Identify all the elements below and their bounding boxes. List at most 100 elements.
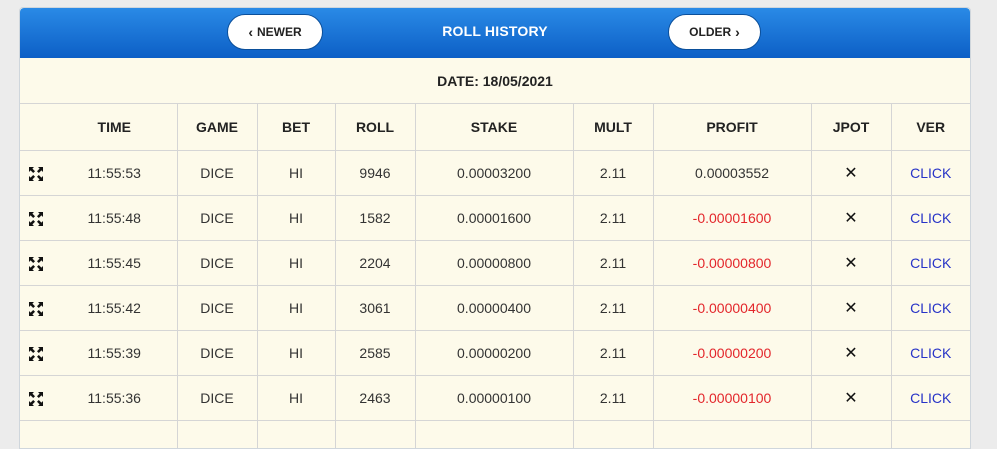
verify-link[interactable]: CLICK xyxy=(910,210,951,226)
cell-time: 11:55:45 xyxy=(52,240,178,286)
cell-bet: HI xyxy=(257,150,336,196)
table-row: 11:55:36 DICE HI 2463 0.00000100 2.11 -0.00000… xyxy=(20,375,970,421)
cell-jpot: ✕ xyxy=(811,330,892,376)
cell-ver[interactable]: CLICK xyxy=(891,240,970,286)
column-header-profit: PROFIT xyxy=(653,104,812,151)
table-header-row: TIME GAME BET ROLL STAKE MULT PROFIT JPO… xyxy=(20,104,970,151)
cell-time: 11:55:53 xyxy=(52,150,178,196)
cell-roll: 3061 xyxy=(335,285,416,331)
cell-bet: HI xyxy=(257,285,336,331)
cell-profit: 0.00003552 xyxy=(653,150,812,196)
cell-mult xyxy=(573,420,654,448)
cell-ver[interactable]: CLICK xyxy=(891,150,970,196)
table-row: 11:55:39 DICE HI 2585 0.00000200 2.11 -0.00000… xyxy=(20,330,970,376)
cell-ver[interactable]: CLICK xyxy=(891,375,970,421)
cell-game: DICE xyxy=(177,240,258,286)
cell-game: DICE xyxy=(177,330,258,376)
cell-mult: 2.11 xyxy=(573,375,654,421)
cell-stake xyxy=(415,420,574,448)
close-x-icon: ✕ xyxy=(844,254,858,272)
expand-arrows-icon[interactable] xyxy=(29,254,43,271)
expand-arrows-icon[interactable] xyxy=(29,209,43,226)
expand-arrows-icon[interactable] xyxy=(29,344,43,361)
cell-jpot xyxy=(811,420,892,448)
table-row: 11:55:53 DICE HI 9946 0.00003200 2.11 0.000035… xyxy=(20,150,970,196)
cell-stake: 0.00003200 xyxy=(415,150,574,196)
close-x-icon: ✕ xyxy=(844,299,858,317)
cell-profit: -0.00000100 xyxy=(653,375,812,421)
column-header-icon xyxy=(20,104,52,151)
roll-history-panel: ‹ NEWER ROLL HISTORY OLDER › DATE: 18/05… xyxy=(19,7,971,449)
row-expand-cell[interactable] xyxy=(20,240,52,286)
cell-ver[interactable]: CLICK xyxy=(891,330,970,376)
column-header-stake: STAKE xyxy=(415,104,574,151)
verify-link[interactable]: CLICK xyxy=(910,165,951,181)
cell-mult: 2.11 xyxy=(573,330,654,376)
cell-time xyxy=(52,420,178,448)
column-header-jpot: JPOT xyxy=(811,104,892,151)
cell-game: DICE xyxy=(177,150,258,196)
cell-jpot: ✕ xyxy=(811,285,892,331)
cell-jpot: ✕ xyxy=(811,240,892,286)
expand-arrows-icon[interactable] xyxy=(29,299,43,316)
column-header-mult: MULT xyxy=(573,104,654,151)
cell-mult: 2.11 xyxy=(573,240,654,286)
verify-link[interactable]: CLICK xyxy=(910,345,951,361)
cell-ver[interactable]: CLICK xyxy=(891,285,970,331)
cell-jpot: ✕ xyxy=(811,150,892,196)
older-button[interactable]: OLDER › xyxy=(668,14,761,50)
table-row: 11:55:45 DICE HI 2204 0.00000800 2.11 -0.00000… xyxy=(20,240,970,286)
close-x-icon: ✕ xyxy=(844,389,858,407)
expand-arrows-icon[interactable] xyxy=(29,164,43,181)
cell-time: 11:55:42 xyxy=(52,285,178,331)
cell-game: DICE xyxy=(177,375,258,421)
cell-mult: 2.11 xyxy=(573,285,654,331)
cell-profit: -0.00000800 xyxy=(653,240,812,286)
row-expand-cell[interactable] xyxy=(20,150,52,196)
cell-game xyxy=(177,420,258,448)
cell-time: 11:55:39 xyxy=(52,330,178,376)
verify-link[interactable]: CLICK xyxy=(910,300,951,316)
cell-stake: 0.00001600 xyxy=(415,195,574,241)
cell-roll: 9946 xyxy=(335,150,416,196)
close-x-icon: ✕ xyxy=(844,209,858,227)
panel-title: ROLL HISTORY xyxy=(442,23,548,39)
cell-time: 11:55:36 xyxy=(52,375,178,421)
cell-ver[interactable]: CLICK xyxy=(891,195,970,241)
row-expand-cell[interactable] xyxy=(20,195,52,241)
cell-stake: 0.00000200 xyxy=(415,330,574,376)
cell-roll: 2585 xyxy=(335,330,416,376)
cell-bet xyxy=(257,420,336,448)
cell-game: DICE xyxy=(177,195,258,241)
row-expand-cell xyxy=(20,420,52,448)
cell-profit: -0.00000400 xyxy=(653,285,812,331)
date-label: DATE: 18/05/2021 xyxy=(20,58,970,104)
cell-game: DICE xyxy=(177,285,258,331)
cell-profit: -0.00000200 xyxy=(653,330,812,376)
row-expand-cell[interactable] xyxy=(20,375,52,421)
table-row: 11:55:48 DICE HI 1582 0.00001600 2.11 -0.00001… xyxy=(20,195,970,241)
chevron-right-icon: › xyxy=(735,24,740,40)
column-header-ver: VER xyxy=(891,104,970,151)
expand-arrows-icon[interactable] xyxy=(29,389,43,406)
cell-ver xyxy=(891,420,970,448)
cell-jpot: ✕ xyxy=(811,195,892,241)
cell-profit xyxy=(653,420,812,448)
cell-stake: 0.00000100 xyxy=(415,375,574,421)
cell-stake: 0.00000800 xyxy=(415,240,574,286)
column-header-bet: BET xyxy=(257,104,336,151)
row-expand-cell[interactable] xyxy=(20,330,52,376)
cell-bet: HI xyxy=(257,240,336,286)
verify-link[interactable]: CLICK xyxy=(910,255,951,271)
row-expand-cell[interactable] xyxy=(20,285,52,331)
cell-bet: HI xyxy=(257,195,336,241)
cell-mult: 2.11 xyxy=(573,150,654,196)
close-x-icon: ✕ xyxy=(844,164,858,182)
cell-roll: 1582 xyxy=(335,195,416,241)
table-row: 11:55:42 DICE HI 3061 0.00000400 2.11 -0.00000… xyxy=(20,285,970,331)
table-row xyxy=(20,420,970,448)
cell-roll xyxy=(335,420,416,448)
verify-link[interactable]: CLICK xyxy=(910,390,951,406)
roll-history-table: TIME GAME BET ROLL STAKE MULT PROFIT JPO… xyxy=(20,104,970,448)
cell-jpot: ✕ xyxy=(811,375,892,421)
